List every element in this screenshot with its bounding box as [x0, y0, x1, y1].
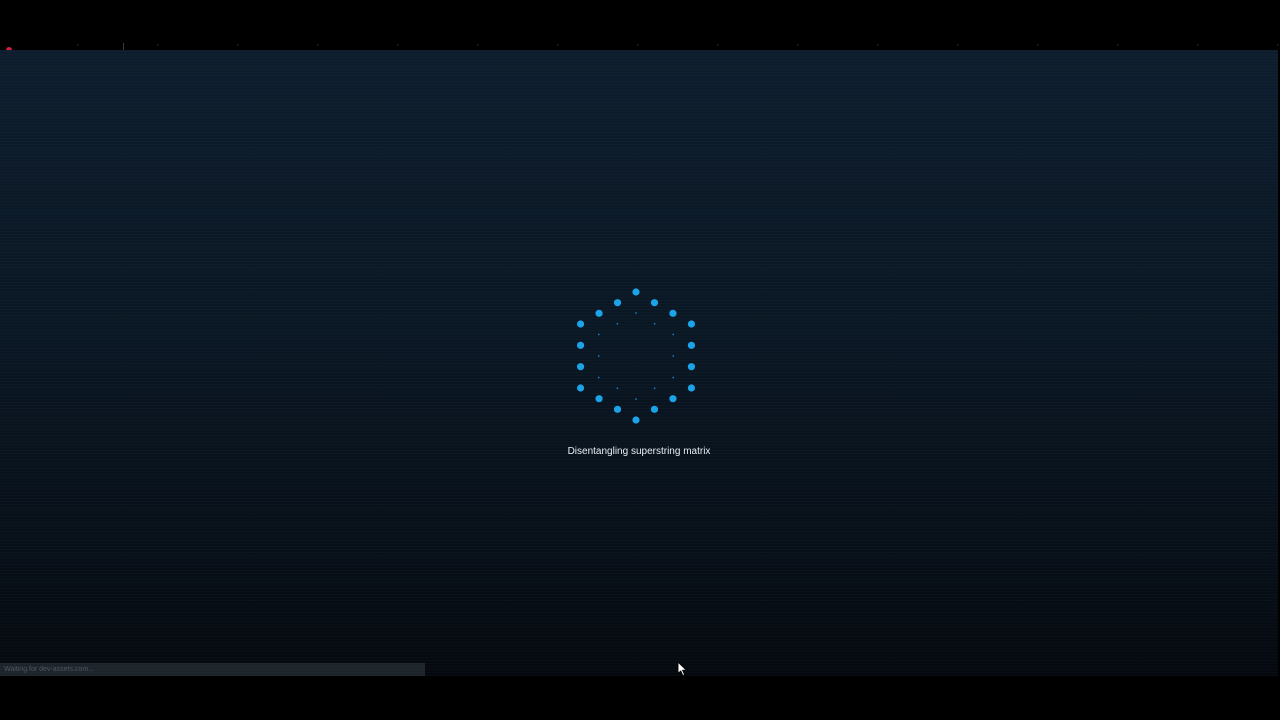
mouse-pointer-icon — [677, 661, 687, 677]
spinner-dot-inner — [653, 387, 656, 390]
spinner-dot-outer — [632, 416, 640, 424]
spinner-dot-inner — [597, 333, 600, 336]
bottom-letterbox — [0, 676, 1280, 720]
spinner-dot-inner — [597, 355, 600, 357]
spinner-dot-outer — [595, 309, 603, 317]
spinner-dot-outer — [613, 299, 622, 307]
spinner-dot-inner — [635, 312, 637, 314]
spinner-dot-inner — [616, 322, 619, 325]
loading-message: Disentangling superstring matrix — [567, 446, 711, 457]
loading-spinner-icon — [576, 288, 696, 424]
spinner-dot-outer — [669, 395, 677, 403]
spinner-dot-outer — [595, 395, 603, 403]
spinner-dot-inner — [616, 387, 619, 390]
spinner-dot-outer — [650, 405, 659, 413]
spinner-dot-outer — [613, 405, 622, 413]
spinner-dot-outer — [576, 384, 585, 392]
spinner-dot-outer — [687, 363, 696, 371]
top-ruler-tick — [123, 43, 124, 50]
spinner-dot-inner — [635, 398, 637, 400]
spinner-dot-outer — [687, 384, 696, 392]
browser-status-bar: Waiting for dev-assets.com... — [0, 663, 425, 676]
spinner-dot-inner — [672, 333, 675, 336]
spinner-dot-outer — [632, 288, 640, 296]
spinner-dot-outer — [576, 341, 585, 349]
loading-stage: Disentangling superstring matrix Waiting… — [0, 50, 1278, 677]
spinner-dot-outer — [687, 320, 696, 328]
spinner-dot-outer — [687, 341, 696, 349]
spinner-dot-outer — [650, 299, 659, 307]
spinner-dot-inner — [672, 376, 675, 379]
spinner-dot-outer — [576, 320, 585, 328]
top-ruler — [0, 44, 1280, 46]
spinner-dot-inner — [597, 376, 600, 379]
spinner-dot-inner — [653, 322, 656, 325]
spinner-dot-outer — [669, 309, 677, 317]
app-window: Disentangling superstring matrix Waiting… — [0, 0, 1280, 720]
spinner-dot-inner — [672, 355, 675, 357]
top-letterbox — [0, 0, 1280, 50]
spinner-dot-outer — [576, 363, 585, 371]
